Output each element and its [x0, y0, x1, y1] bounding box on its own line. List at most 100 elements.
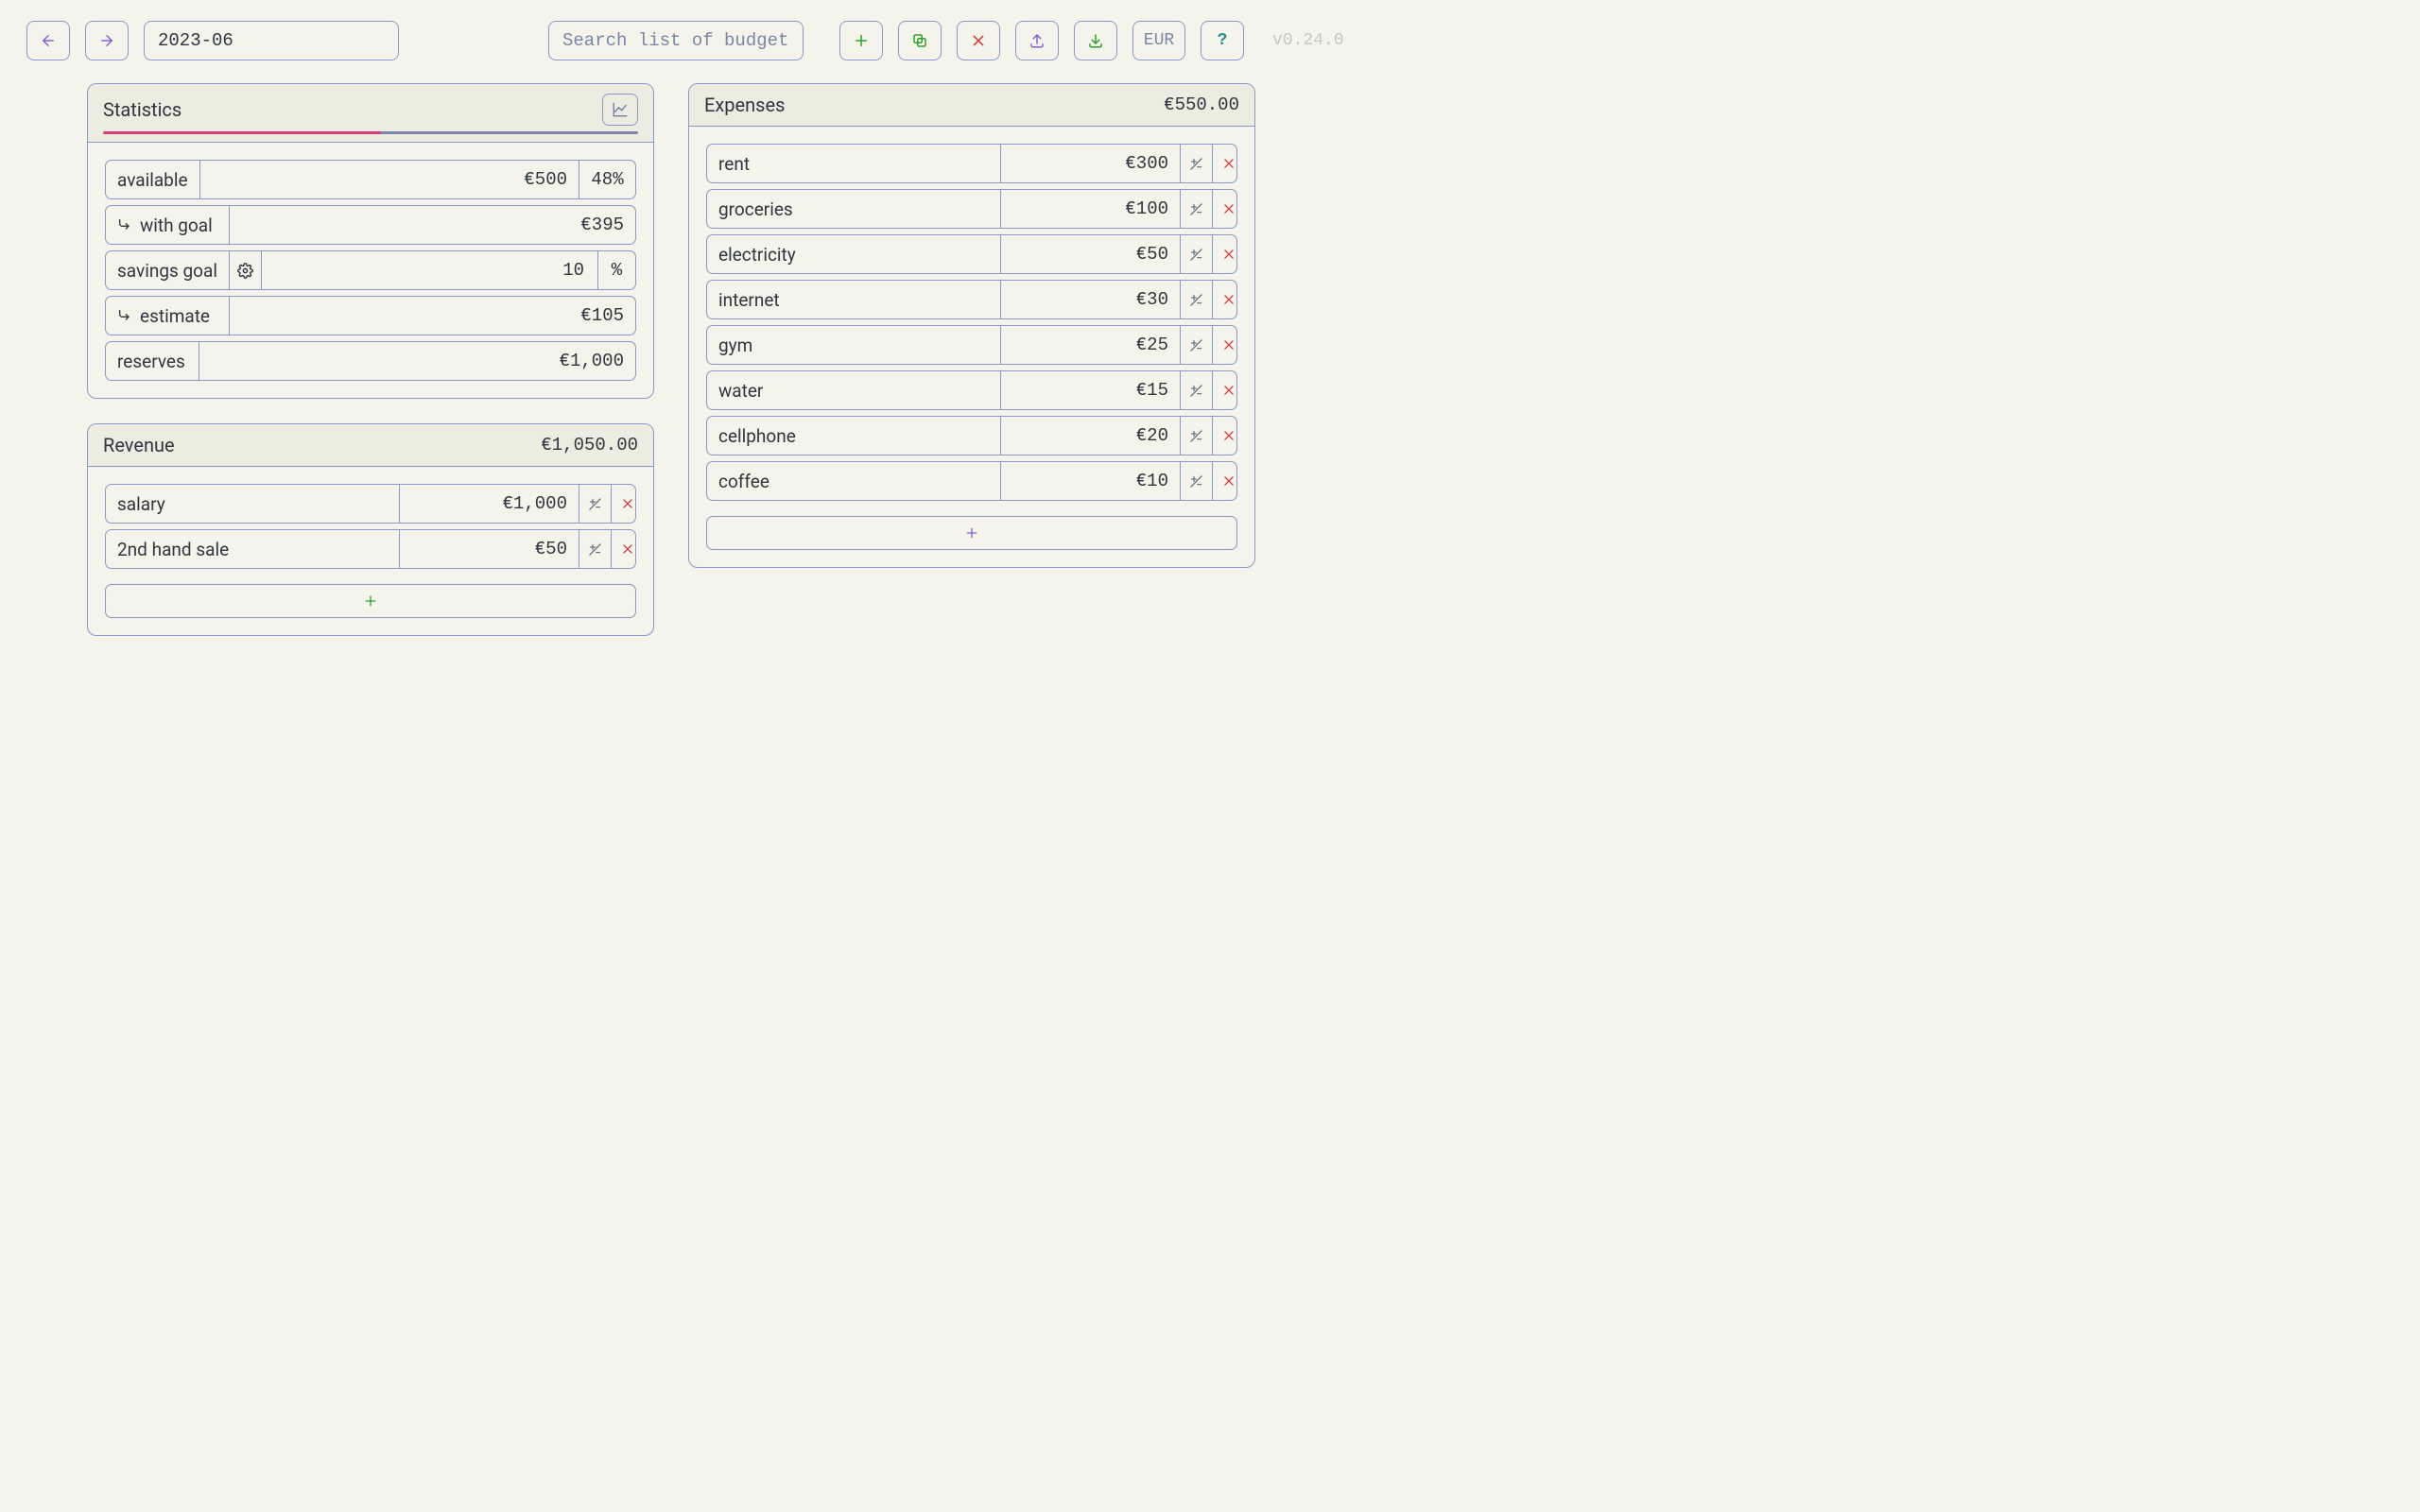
stat-label: reserves [106, 342, 199, 380]
revenue-item-row: salary€1,000 [105, 484, 636, 524]
expense-item-row: electricity€50 [706, 234, 1237, 274]
revenue-body: salary€1,0002nd hand sale€50 [88, 467, 653, 635]
expense-item-name[interactable]: groceries [707, 190, 1000, 228]
revenue-item-amount[interactable]: €1,000 [399, 485, 579, 523]
expense-item-amount[interactable]: €300 [1000, 145, 1180, 182]
expense-item-delete-button[interactable] [1212, 235, 1237, 273]
expense-item-adjust-button[interactable] [1180, 462, 1212, 500]
expense-item-amount[interactable]: €30 [1000, 281, 1180, 318]
revenue-item-adjust-button[interactable] [579, 485, 611, 523]
plus-minus-icon [1189, 384, 1203, 398]
add-expense-button[interactable] [706, 516, 1237, 550]
expense-item-adjust-button[interactable] [1180, 417, 1212, 455]
expense-item-amount[interactable]: €25 [1000, 326, 1180, 364]
close-icon [1222, 202, 1236, 215]
expense-item-row: rent€300 [706, 144, 1237, 183]
revenue-item-delete-button[interactable] [611, 530, 636, 568]
stat-row-estimate: estimate €105 [105, 296, 636, 335]
expense-item-adjust-button[interactable] [1180, 326, 1212, 364]
plus-minus-icon [1189, 293, 1203, 307]
import-button[interactable] [1074, 21, 1117, 60]
stat-label: savings goal [106, 251, 229, 289]
expense-item-amount[interactable]: €20 [1000, 417, 1180, 455]
savings-goal-value-cell[interactable] [261, 251, 597, 289]
expense-item-adjust-button[interactable] [1180, 190, 1212, 228]
expense-item-amount[interactable]: €10 [1000, 462, 1180, 500]
close-icon [1222, 248, 1236, 261]
expense-item-name[interactable]: internet [707, 281, 1000, 318]
plus-minus-icon [588, 497, 602, 511]
revenue-item-adjust-button[interactable] [579, 530, 611, 568]
expense-item-amount[interactable]: €50 [1000, 235, 1180, 273]
stat-label-text: with goal [140, 215, 213, 236]
expense-item-adjust-button[interactable] [1180, 371, 1212, 409]
duplicate-button[interactable] [898, 21, 942, 60]
expense-item-name[interactable]: water [707, 371, 1000, 409]
new-budget-button[interactable] [839, 21, 883, 60]
expense-item-adjust-button[interactable] [1180, 281, 1212, 318]
savings-goal-settings-button[interactable] [229, 251, 261, 289]
revenue-title: Revenue [103, 434, 175, 456]
stat-value: €1,000 [199, 342, 635, 380]
revenue-item-name[interactable]: salary [106, 485, 399, 523]
revenue-item-name[interactable]: 2nd hand sale [106, 530, 399, 568]
stat-label-text: estimate [140, 305, 210, 327]
expense-item-delete-button[interactable] [1212, 326, 1237, 364]
stat-label: with goal [106, 206, 229, 244]
delete-budget-button[interactable] [957, 21, 1000, 60]
savings-goal-input[interactable] [273, 259, 586, 282]
currency-button[interactable]: EUR [1132, 21, 1185, 60]
revenue-header: Revenue €1,050.00 [88, 424, 653, 467]
gear-icon [237, 263, 253, 279]
plus-minus-icon [1189, 202, 1203, 216]
help-button[interactable]: ? [1201, 21, 1244, 60]
expense-item-adjust-button[interactable] [1180, 235, 1212, 273]
export-button[interactable] [1015, 21, 1059, 60]
expense-item-delete-button[interactable] [1212, 190, 1237, 228]
expense-item-delete-button[interactable] [1212, 371, 1237, 409]
close-icon [1222, 157, 1236, 170]
expense-item-delete-button[interactable] [1212, 145, 1237, 182]
plus-minus-icon [1189, 429, 1203, 443]
expense-item-adjust-button[interactable] [1180, 145, 1212, 182]
close-icon [1222, 338, 1236, 352]
expense-item-delete-button[interactable] [1212, 417, 1237, 455]
close-icon [1222, 384, 1236, 397]
next-period-button[interactable] [85, 21, 129, 60]
expense-item-name[interactable]: rent [707, 145, 1000, 182]
indent-arrow-icon [117, 217, 132, 232]
expense-item-name[interactable]: gym [707, 326, 1000, 364]
expense-item-amount[interactable]: €15 [1000, 371, 1180, 409]
prev-period-button[interactable] [26, 21, 70, 60]
close-icon [621, 497, 634, 510]
plus-minus-icon [588, 542, 602, 557]
expense-item-name[interactable]: cellphone [707, 417, 1000, 455]
revenue-item-amount[interactable]: €50 [399, 530, 579, 568]
revenue-panel: Revenue €1,050.00 salary€1,0002nd hand s… [87, 423, 654, 636]
period-input[interactable] [144, 21, 399, 60]
indent-arrow-icon [117, 308, 132, 323]
download-icon [1087, 32, 1104, 49]
progress-segment-available [381, 131, 638, 134]
search-input[interactable] [548, 21, 804, 60]
expense-item-name[interactable]: electricity [707, 235, 1000, 273]
expenses-panel: Expenses €550.00 rent€300groceries€100el… [688, 83, 1255, 568]
statistics-chart-button[interactable] [602, 94, 638, 126]
arrow-left-icon [40, 32, 57, 49]
expense-item-amount[interactable]: €100 [1000, 190, 1180, 228]
copy-icon [911, 32, 928, 49]
expense-item-delete-button[interactable] [1212, 281, 1237, 318]
revenue-item-delete-button[interactable] [611, 485, 636, 523]
expenses-total: €550.00 [1164, 94, 1239, 115]
close-icon [1222, 293, 1236, 306]
plus-icon [854, 33, 869, 48]
stat-pct: 48% [579, 161, 635, 198]
add-revenue-button[interactable] [105, 584, 636, 618]
close-icon [1222, 474, 1236, 488]
expense-item-delete-button[interactable] [1212, 462, 1237, 500]
stat-label: available [106, 161, 199, 198]
expense-item-name[interactable]: coffee [707, 462, 1000, 500]
stat-row-reserves: reserves €1,000 [105, 341, 636, 381]
revenue-item-row: 2nd hand sale€50 [105, 529, 636, 569]
revenue-total: €1,050.00 [541, 435, 638, 455]
